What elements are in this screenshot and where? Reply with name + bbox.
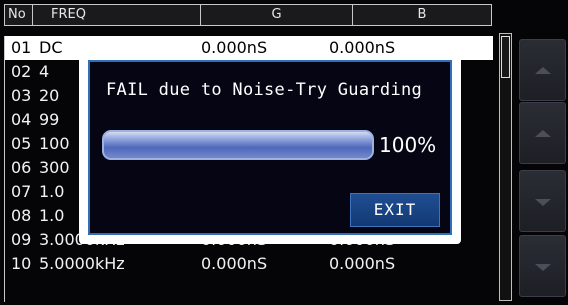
- row-g: 0.000nS: [201, 254, 268, 273]
- progress-bar: [102, 130, 374, 160]
- arrow-up-icon: [535, 67, 551, 74]
- page-up-button[interactable]: [519, 102, 566, 164]
- row-no: 08: [11, 206, 32, 225]
- row-freq: 100: [39, 134, 70, 153]
- dialog-message: FAIL due to Noise-Try Guarding: [106, 80, 423, 100]
- header-b: B: [417, 7, 427, 22]
- header-freq: FREQ: [33, 5, 201, 25]
- header-g: G: [201, 5, 353, 25]
- row-freq: 99: [39, 110, 60, 129]
- row-no: 07: [11, 182, 32, 201]
- row-no: 03: [11, 86, 32, 105]
- row-freq: DC: [39, 38, 63, 57]
- row-no: 04: [11, 110, 32, 129]
- arrow-down-icon: [535, 199, 551, 206]
- exit-button[interactable]: EXIT: [350, 193, 440, 227]
- table-header: No FREQ G B: [4, 4, 492, 26]
- row-freq: 1.0: [39, 182, 65, 201]
- row-no: 10: [11, 254, 32, 273]
- row-no: 05: [11, 134, 32, 153]
- row-no: 06: [11, 158, 32, 177]
- progress-percent: 100%: [379, 133, 437, 157]
- scrollbar[interactable]: [499, 33, 512, 301]
- scroll-down-button[interactable]: [519, 235, 566, 297]
- row-freq: 4: [39, 62, 50, 81]
- row-freq: 300: [39, 158, 70, 177]
- scrollbar-thumb[interactable]: [501, 36, 510, 78]
- header-no: No: [5, 5, 33, 25]
- measurement-screen: No FREQ G B 01 DC 0.000nS 0.000nS 02 4 0…: [0, 0, 568, 305]
- scroll-up-button[interactable]: [519, 39, 566, 101]
- row-freq: 20: [39, 86, 60, 105]
- row-no: 02: [11, 62, 32, 81]
- arrow-down-icon: [535, 264, 551, 271]
- arrow-up-icon: [535, 130, 551, 137]
- table-row[interactable]: 10 5.0000kHz 0.000nS 0.000nS: [5, 252, 493, 276]
- row-b: 0.000nS: [329, 254, 396, 273]
- page-down-button[interactable]: [519, 170, 566, 232]
- row-freq: 5.0000kHz: [39, 254, 125, 273]
- row-no: 09: [11, 230, 32, 249]
- fail-dialog: FAIL due to Noise-Try Guarding 100% EXIT: [88, 60, 452, 235]
- row-no: 01: [11, 38, 32, 57]
- row-freq: 1.0: [39, 206, 65, 225]
- progress-fill: [104, 132, 372, 158]
